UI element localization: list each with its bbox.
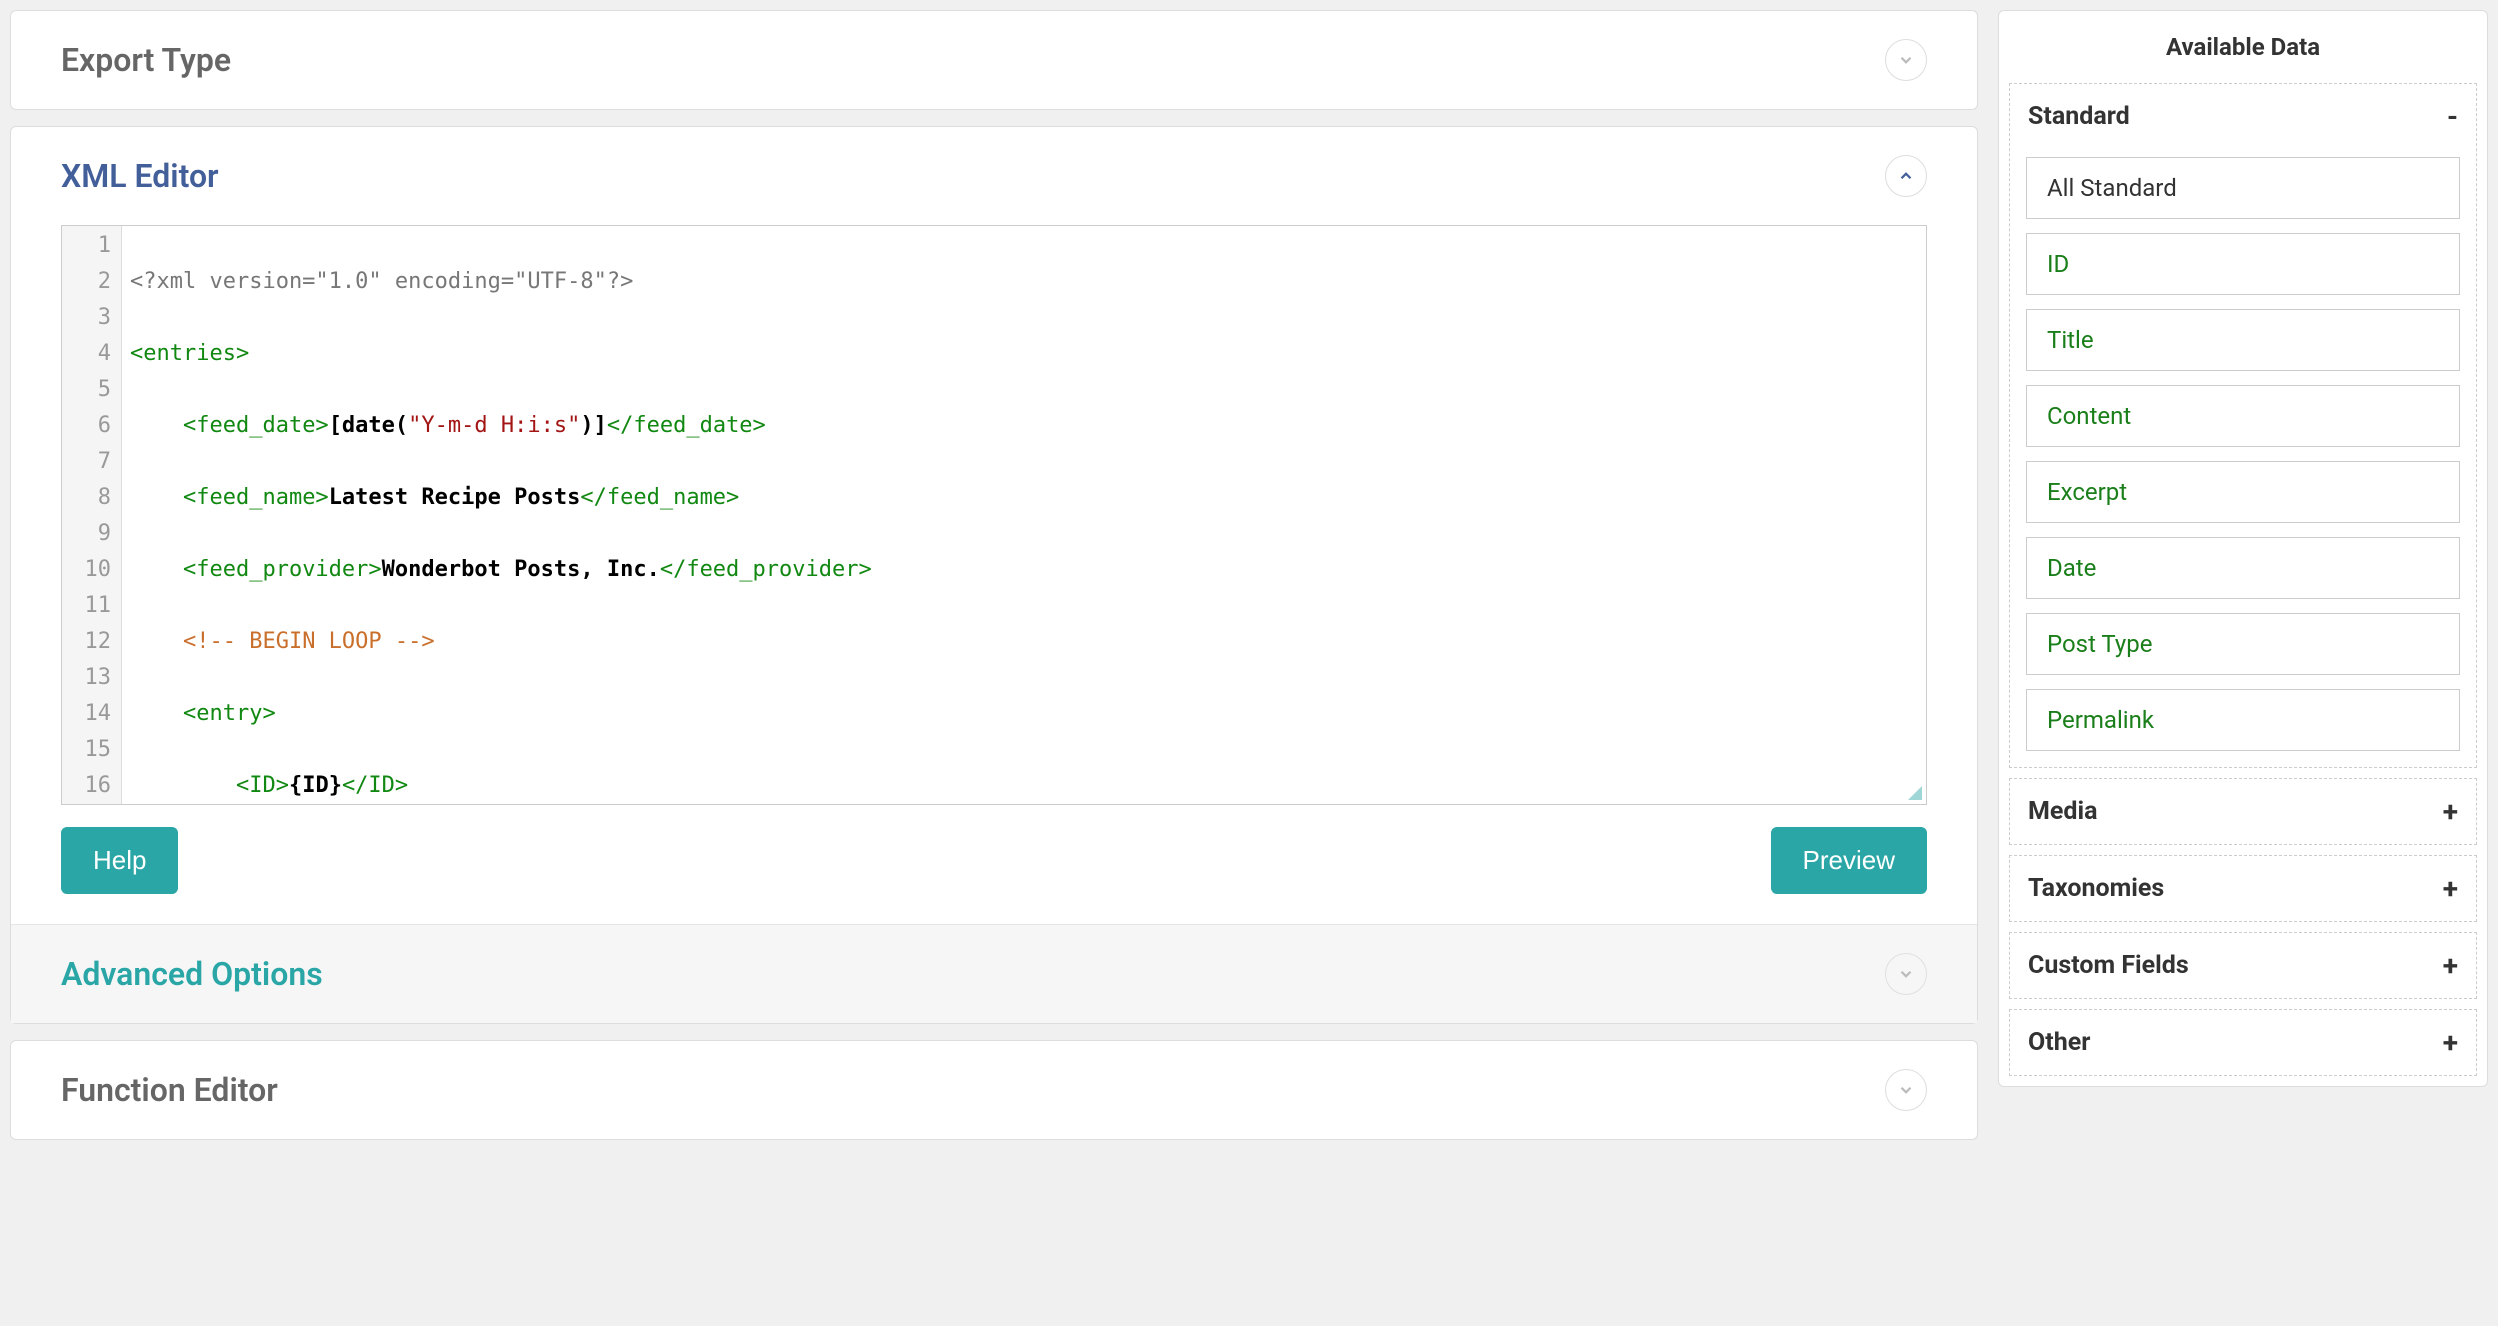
help-button[interactable]: Help bbox=[61, 827, 178, 894]
field-title[interactable]: Title bbox=[2026, 309, 2460, 371]
available-data-panel: Available Data Standard - All Standard I… bbox=[1998, 10, 2488, 1087]
section-media-label: Media bbox=[2028, 797, 2097, 826]
section-standard-label: Standard bbox=[2028, 102, 2130, 131]
field-id[interactable]: ID bbox=[2026, 233, 2460, 295]
function-editor-title: Function Editor bbox=[61, 1071, 278, 1109]
section-other: Other + bbox=[2009, 1009, 2477, 1076]
section-other-label: Other bbox=[2028, 1028, 2090, 1057]
section-media-header[interactable]: Media + bbox=[2010, 779, 2476, 844]
code-gutter: 1 2 3 4 5 6 7 8 9 10 11 12 13 14 bbox=[62, 226, 122, 804]
export-type-header[interactable]: Export Type bbox=[11, 11, 1977, 109]
section-media: Media + bbox=[2009, 778, 2477, 845]
minus-icon: - bbox=[2447, 100, 2458, 133]
field-all-standard[interactable]: All Standard bbox=[2026, 157, 2460, 219]
section-taxonomies-label: Taxonomies bbox=[2028, 874, 2164, 903]
section-standard: Standard - All Standard ID Title Content… bbox=[2009, 83, 2477, 768]
section-taxonomies: Taxonomies + bbox=[2009, 855, 2477, 922]
resize-handle-icon[interactable] bbox=[1908, 786, 1922, 800]
plus-icon: + bbox=[2443, 1026, 2458, 1059]
field-date[interactable]: Date bbox=[2026, 537, 2460, 599]
advanced-options-header[interactable]: Advanced Options bbox=[11, 924, 1977, 1023]
plus-icon: + bbox=[2443, 949, 2458, 982]
plus-icon: + bbox=[2443, 795, 2458, 828]
section-custom-fields-header[interactable]: Custom Fields + bbox=[2010, 933, 2476, 998]
field-post-type[interactable]: Post Type bbox=[2026, 613, 2460, 675]
chevron-down-icon[interactable] bbox=[1885, 39, 1927, 81]
field-excerpt[interactable]: Excerpt bbox=[2026, 461, 2460, 523]
export-type-panel: Export Type bbox=[10, 10, 1978, 110]
xml-editor-title: XML Editor bbox=[61, 157, 219, 195]
section-custom-fields-label: Custom Fields bbox=[2028, 951, 2189, 980]
export-type-title: Export Type bbox=[61, 41, 231, 79]
chevron-down-icon[interactable] bbox=[1885, 953, 1927, 995]
section-standard-header[interactable]: Standard - bbox=[2010, 84, 2476, 149]
function-editor-panel: Function Editor bbox=[10, 1040, 1978, 1140]
chevron-down-icon[interactable] bbox=[1885, 1069, 1927, 1111]
plus-icon: + bbox=[2443, 872, 2458, 905]
section-taxonomies-header[interactable]: Taxonomies + bbox=[2010, 856, 2476, 921]
section-custom-fields: Custom Fields + bbox=[2009, 932, 2477, 999]
section-other-header[interactable]: Other + bbox=[2010, 1010, 2476, 1075]
xml-editor-header[interactable]: XML Editor bbox=[11, 127, 1977, 225]
advanced-options-title: Advanced Options bbox=[61, 955, 323, 993]
chevron-up-icon[interactable] bbox=[1885, 155, 1927, 197]
preview-button[interactable]: Preview bbox=[1771, 827, 1927, 894]
available-data-title: Available Data bbox=[1999, 11, 2487, 83]
function-editor-header[interactable]: Function Editor bbox=[11, 1041, 1977, 1139]
field-content[interactable]: Content bbox=[2026, 385, 2460, 447]
xml-code-editor[interactable]: 1 2 3 4 5 6 7 8 9 10 11 12 13 14 bbox=[61, 225, 1927, 805]
xml-editor-panel: XML Editor 1 2 3 4 5 6 7 8 9 bbox=[10, 126, 1978, 1024]
code-content[interactable]: <?xml version="1.0" encoding="UTF-8"?> <… bbox=[122, 226, 1926, 804]
field-permalink[interactable]: Permalink bbox=[2026, 689, 2460, 751]
